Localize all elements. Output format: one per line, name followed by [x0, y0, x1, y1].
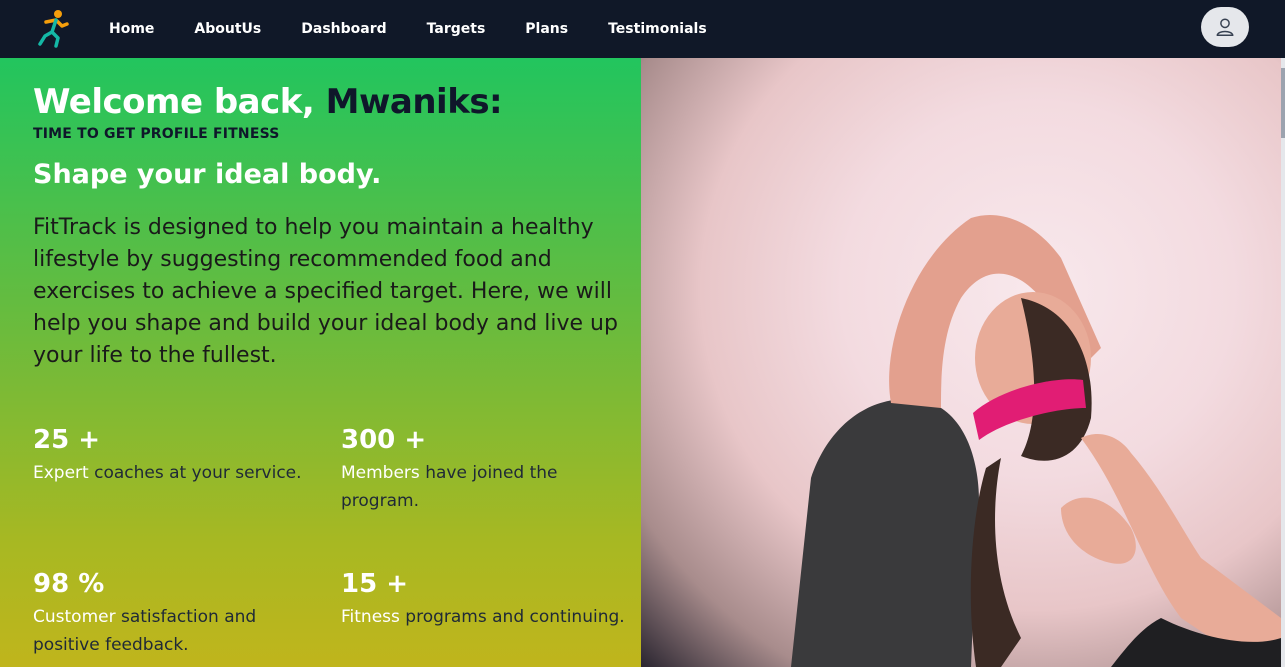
stat-description: Customer satisfaction and positive feedb… — [33, 603, 323, 659]
stat-highlight: Fitness — [341, 607, 400, 627]
stat-highlight: Customer — [33, 607, 116, 627]
stat-value: 98 % — [33, 569, 105, 599]
nav-dashboard[interactable]: Dashboard — [301, 21, 386, 37]
nav-testimonials[interactable]: Testimonials — [608, 21, 707, 37]
hero-image — [641, 58, 1281, 667]
profile-avatar-button[interactable] — [1201, 7, 1249, 47]
running-man-icon[interactable] — [36, 8, 70, 48]
stat-value: 25 + — [33, 425, 101, 455]
stat-text: coaches at your service. — [94, 463, 302, 483]
hero-headline: Shape your ideal body. — [33, 159, 382, 190]
stat-description: Fitness programs and continuing. — [341, 603, 631, 631]
hero-description: FitTrack is designed to help you maintai… — [33, 215, 618, 368]
nav-targets[interactable]: Targets — [427, 21, 486, 37]
stat-highlight: Expert — [33, 463, 89, 483]
welcome-prefix: Welcome back, — [33, 82, 315, 122]
hero-section: Welcome back, Mwaniks: TIME TO GET PROFI… — [0, 58, 641, 667]
user-icon — [1216, 18, 1234, 36]
nav-about-us[interactable]: AboutUs — [194, 21, 261, 37]
stat-coaches: 25 + Expert coaches at your service. — [33, 424, 323, 487]
stat-highlight: Members — [341, 463, 420, 483]
stat-satisfaction: 98 % Customer satisfaction and positive … — [33, 568, 323, 659]
yoga-woman-illustration — [791, 214, 1281, 667]
stat-programs: 15 + Fitness programs and continuing. — [341, 568, 631, 631]
stat-value: 300 + — [341, 425, 427, 455]
stat-value: 15 + — [341, 569, 409, 599]
tagline: TIME TO GET PROFILE FITNESS — [33, 126, 280, 142]
nav-links: Home AboutUs Dashboard Targets Plans Tes… — [109, 0, 747, 58]
welcome-heading: Welcome back, Mwaniks: — [33, 82, 503, 122]
scrollbar-thumb[interactable] — [1281, 68, 1285, 138]
username: Mwaniks: — [325, 82, 503, 122]
stat-text: programs and continuing. — [405, 607, 625, 627]
stat-description: Members have joined the program. — [341, 459, 601, 515]
stat-description: Expert coaches at your service. — [33, 459, 323, 487]
vertical-scrollbar[interactable] — [1281, 58, 1285, 667]
nav-home[interactable]: Home — [109, 21, 154, 37]
nav-plans[interactable]: Plans — [525, 21, 568, 37]
stat-members: 300 + Members have joined the program. — [341, 424, 601, 515]
navbar: Home AboutUs Dashboard Targets Plans Tes… — [0, 0, 1285, 58]
